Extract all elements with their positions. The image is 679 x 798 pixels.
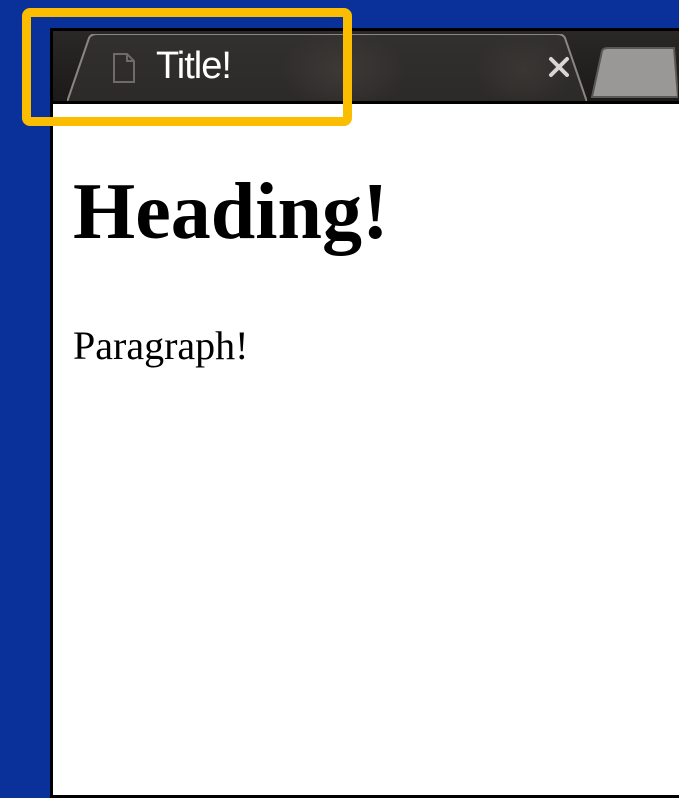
close-icon[interactable] — [542, 50, 576, 84]
new-tab-icon[interactable] — [588, 45, 678, 101]
tab-highlight-annotation — [22, 8, 352, 126]
page-paragraph: Paragraph! — [73, 323, 249, 368]
page-heading: Heading! — [73, 168, 389, 256]
browser-window: Title! Heading! Paragraph! — [50, 28, 679, 798]
page-content: Heading! Paragraph! — [53, 101, 679, 795]
